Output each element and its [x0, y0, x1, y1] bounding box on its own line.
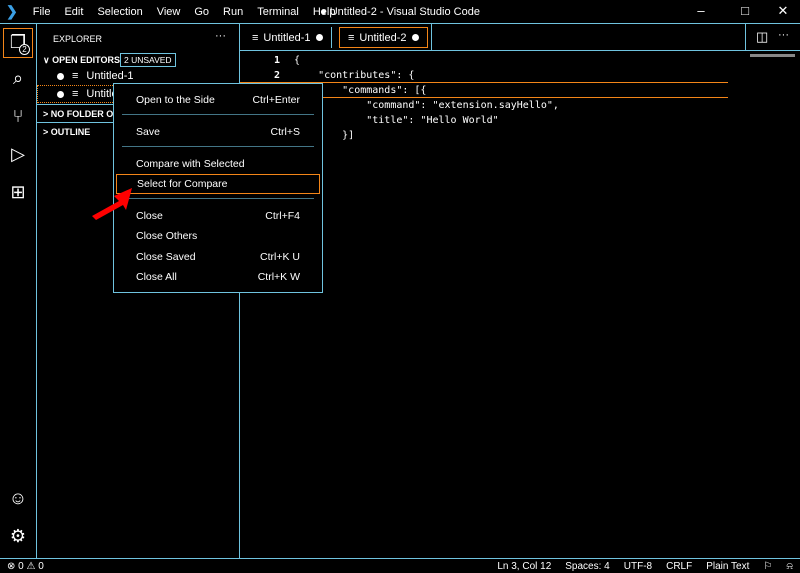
menu-item-close-all[interactable]: Close All Ctrl+K W: [116, 267, 320, 287]
menu-item-select-for-compare[interactable]: Select for Compare: [116, 174, 320, 194]
menu-edit[interactable]: Edit: [57, 6, 90, 18]
red-arrow-annotation: [92, 188, 132, 220]
indentation[interactable]: Spaces: 4: [558, 561, 616, 572]
menu-item-label: Close All: [136, 271, 177, 283]
error-count: 0: [18, 560, 24, 572]
search-icon[interactable]: ⌕: [6, 68, 30, 92]
code-line[interactable]: 1{: [240, 53, 559, 68]
unsaved-dot-icon: [57, 72, 64, 80]
code-text: "contributes": {: [294, 70, 415, 81]
feedback-icon[interactable]: ⚐: [756, 561, 779, 572]
menu-view[interactable]: View: [150, 6, 188, 18]
code-text: "command": "extension.sayHello",: [294, 100, 559, 111]
menu-item-shortcut: Ctrl+S: [270, 126, 300, 138]
cursor-position[interactable]: Ln 3, Col 12: [490, 561, 558, 572]
context-menu: Open to the Side Ctrl+Enter Save Ctrl+S Comp…: [113, 83, 323, 293]
tab-label: Untitled-1: [263, 31, 311, 44]
title-bar: ❯ File Edit Selection View Go Run Termin…: [0, 0, 800, 24]
code-text: "title": "Hello World": [294, 115, 499, 126]
unsaved-dot-icon[interactable]: [411, 34, 419, 41]
menu-run[interactable]: Run: [216, 6, 250, 18]
status-bar: ⊗ 0 ⚠ 0 Ln 3, Col 12 Spaces: 4 UTF-8 CRL…: [0, 558, 800, 573]
menu-item-shortcut: Ctrl+K U: [260, 251, 300, 263]
sidebar-title: EXPLORER: [53, 34, 103, 44]
menu-item-label: Close: [136, 210, 163, 222]
run-debug-icon[interactable]: ▷: [6, 144, 30, 168]
end-of-line[interactable]: CRLF: [659, 561, 699, 572]
maximize-button[interactable]: □: [730, 3, 760, 18]
activity-bar: ❐ 2 ⌕ ⑂ ▷ ⊞ ☺ ⚙: [0, 24, 37, 558]
explorer-icon[interactable]: ❐ 2: [3, 28, 33, 58]
more-actions-button[interactable]: ···: [778, 29, 789, 41]
line-number: 1: [273, 55, 280, 66]
menu-item-label: Select for Compare: [137, 178, 228, 190]
unsaved-dot-icon[interactable]: [315, 34, 323, 41]
code-text: {: [294, 55, 301, 66]
account-icon[interactable]: ☺: [6, 488, 30, 512]
minimap[interactable]: [750, 54, 795, 57]
outline-label: OUTLINE: [50, 127, 91, 137]
explorer-badge: 2: [19, 44, 30, 55]
file-icon: ≡: [348, 31, 355, 44]
tab-label: Untitled-2: [359, 31, 407, 44]
notifications-bell-icon[interactable]: ⍾: [779, 561, 800, 572]
line-number: 2: [273, 70, 280, 81]
tab-untitled-1[interactable]: ≡ Untitled-1: [244, 27, 332, 48]
file-name: Untitled-1: [86, 70, 134, 82]
language-mode[interactable]: Plain Text: [699, 561, 756, 572]
outline-header[interactable]: > OUTLINE: [43, 127, 90, 137]
menu-item-label: Open to the Side: [136, 94, 215, 106]
menu-item-shortcut: Ctrl+K W: [257, 271, 300, 283]
editor-area: ≡ Untitled-1 ≡ Untitled-2 ◫ ··· 1{2 "contr…: [240, 24, 800, 558]
open-editor-item[interactable]: ≡ Untitled-1: [57, 70, 134, 82]
code-line[interactable]: 2 "contributes": {: [240, 68, 559, 83]
menu-terminal[interactable]: Terminal: [250, 6, 306, 18]
menu-item-open-to-the-side[interactable]: Open to the Side Ctrl+Enter: [116, 90, 320, 110]
menu-help[interactable]: Help: [306, 6, 343, 18]
menu-separator: [122, 114, 314, 115]
settings-gear-icon[interactable]: ⚙: [6, 526, 30, 550]
menu-item-close-saved[interactable]: Close Saved Ctrl+K U: [116, 247, 320, 267]
menu-item-label: Close Others: [136, 230, 198, 242]
more-actions-button[interactable]: ···: [215, 30, 226, 42]
chevron-down-icon: ∨: [43, 55, 50, 65]
split-editor-icon[interactable]: ◫: [756, 29, 768, 45]
file-icon: ≡: [72, 70, 79, 82]
vscode-logo-icon: ❯: [6, 3, 18, 19]
minimize-button[interactable]: –: [686, 3, 716, 18]
menu-item-close-others[interactable]: Close Others: [116, 226, 320, 246]
menu-item-close[interactable]: Close Ctrl+F4: [116, 206, 320, 226]
tab-untitled-2[interactable]: ≡ Untitled-2: [339, 27, 428, 48]
close-button[interactable]: ✕: [768, 3, 798, 19]
menu-selection[interactable]: Selection: [90, 6, 149, 18]
file-icon: ≡: [252, 31, 259, 44]
warning-count: 0: [38, 560, 44, 572]
menu-item-label: Save: [136, 126, 160, 138]
menu-item-label: Close Saved: [136, 251, 196, 263]
extensions-icon[interactable]: ⊞: [6, 182, 30, 206]
menu-item-compare-with-selected[interactable]: Compare with Selected: [116, 154, 320, 174]
unsaved-badge: 2 UNSAVED: [120, 53, 176, 67]
open-editors-header[interactable]: ∨ OPEN EDITORS: [43, 55, 120, 66]
menu-item-save[interactable]: Save Ctrl+S: [116, 122, 320, 142]
menu-separator: [122, 146, 314, 147]
menu-item-shortcut: Ctrl+Enter: [252, 94, 300, 106]
unsaved-dot-icon: [57, 90, 64, 98]
menu-item-label: Compare with Selected: [136, 158, 245, 170]
menu-file[interactable]: File: [26, 6, 58, 18]
problems-indicator[interactable]: ⊗ 0 ⚠ 0: [0, 561, 51, 572]
menu-go[interactable]: Go: [187, 6, 216, 18]
encoding[interactable]: UTF-8: [617, 561, 659, 572]
menu-item-shortcut: Ctrl+F4: [265, 210, 300, 222]
menu-separator: [122, 198, 314, 199]
file-icon: ≡: [72, 88, 79, 100]
source-control-icon[interactable]: ⑂: [6, 106, 30, 130]
open-editors-label: OPEN EDITORS: [52, 55, 120, 65]
